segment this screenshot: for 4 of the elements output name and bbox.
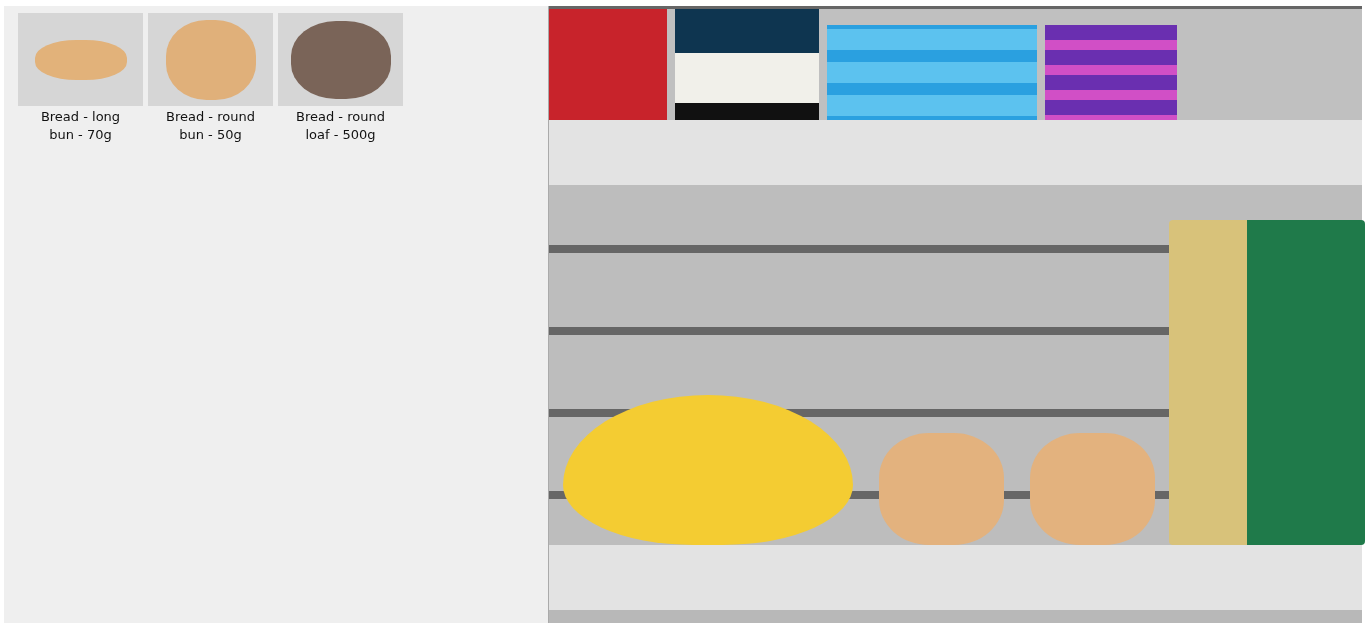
product-label: Bread - long bun - 70g xyxy=(39,108,122,144)
product-label: Bread - round bun - 50g xyxy=(165,108,256,144)
product-label: Bread - round loaf - 500g xyxy=(295,108,386,144)
photo-placeholder[interactable] xyxy=(278,13,403,106)
